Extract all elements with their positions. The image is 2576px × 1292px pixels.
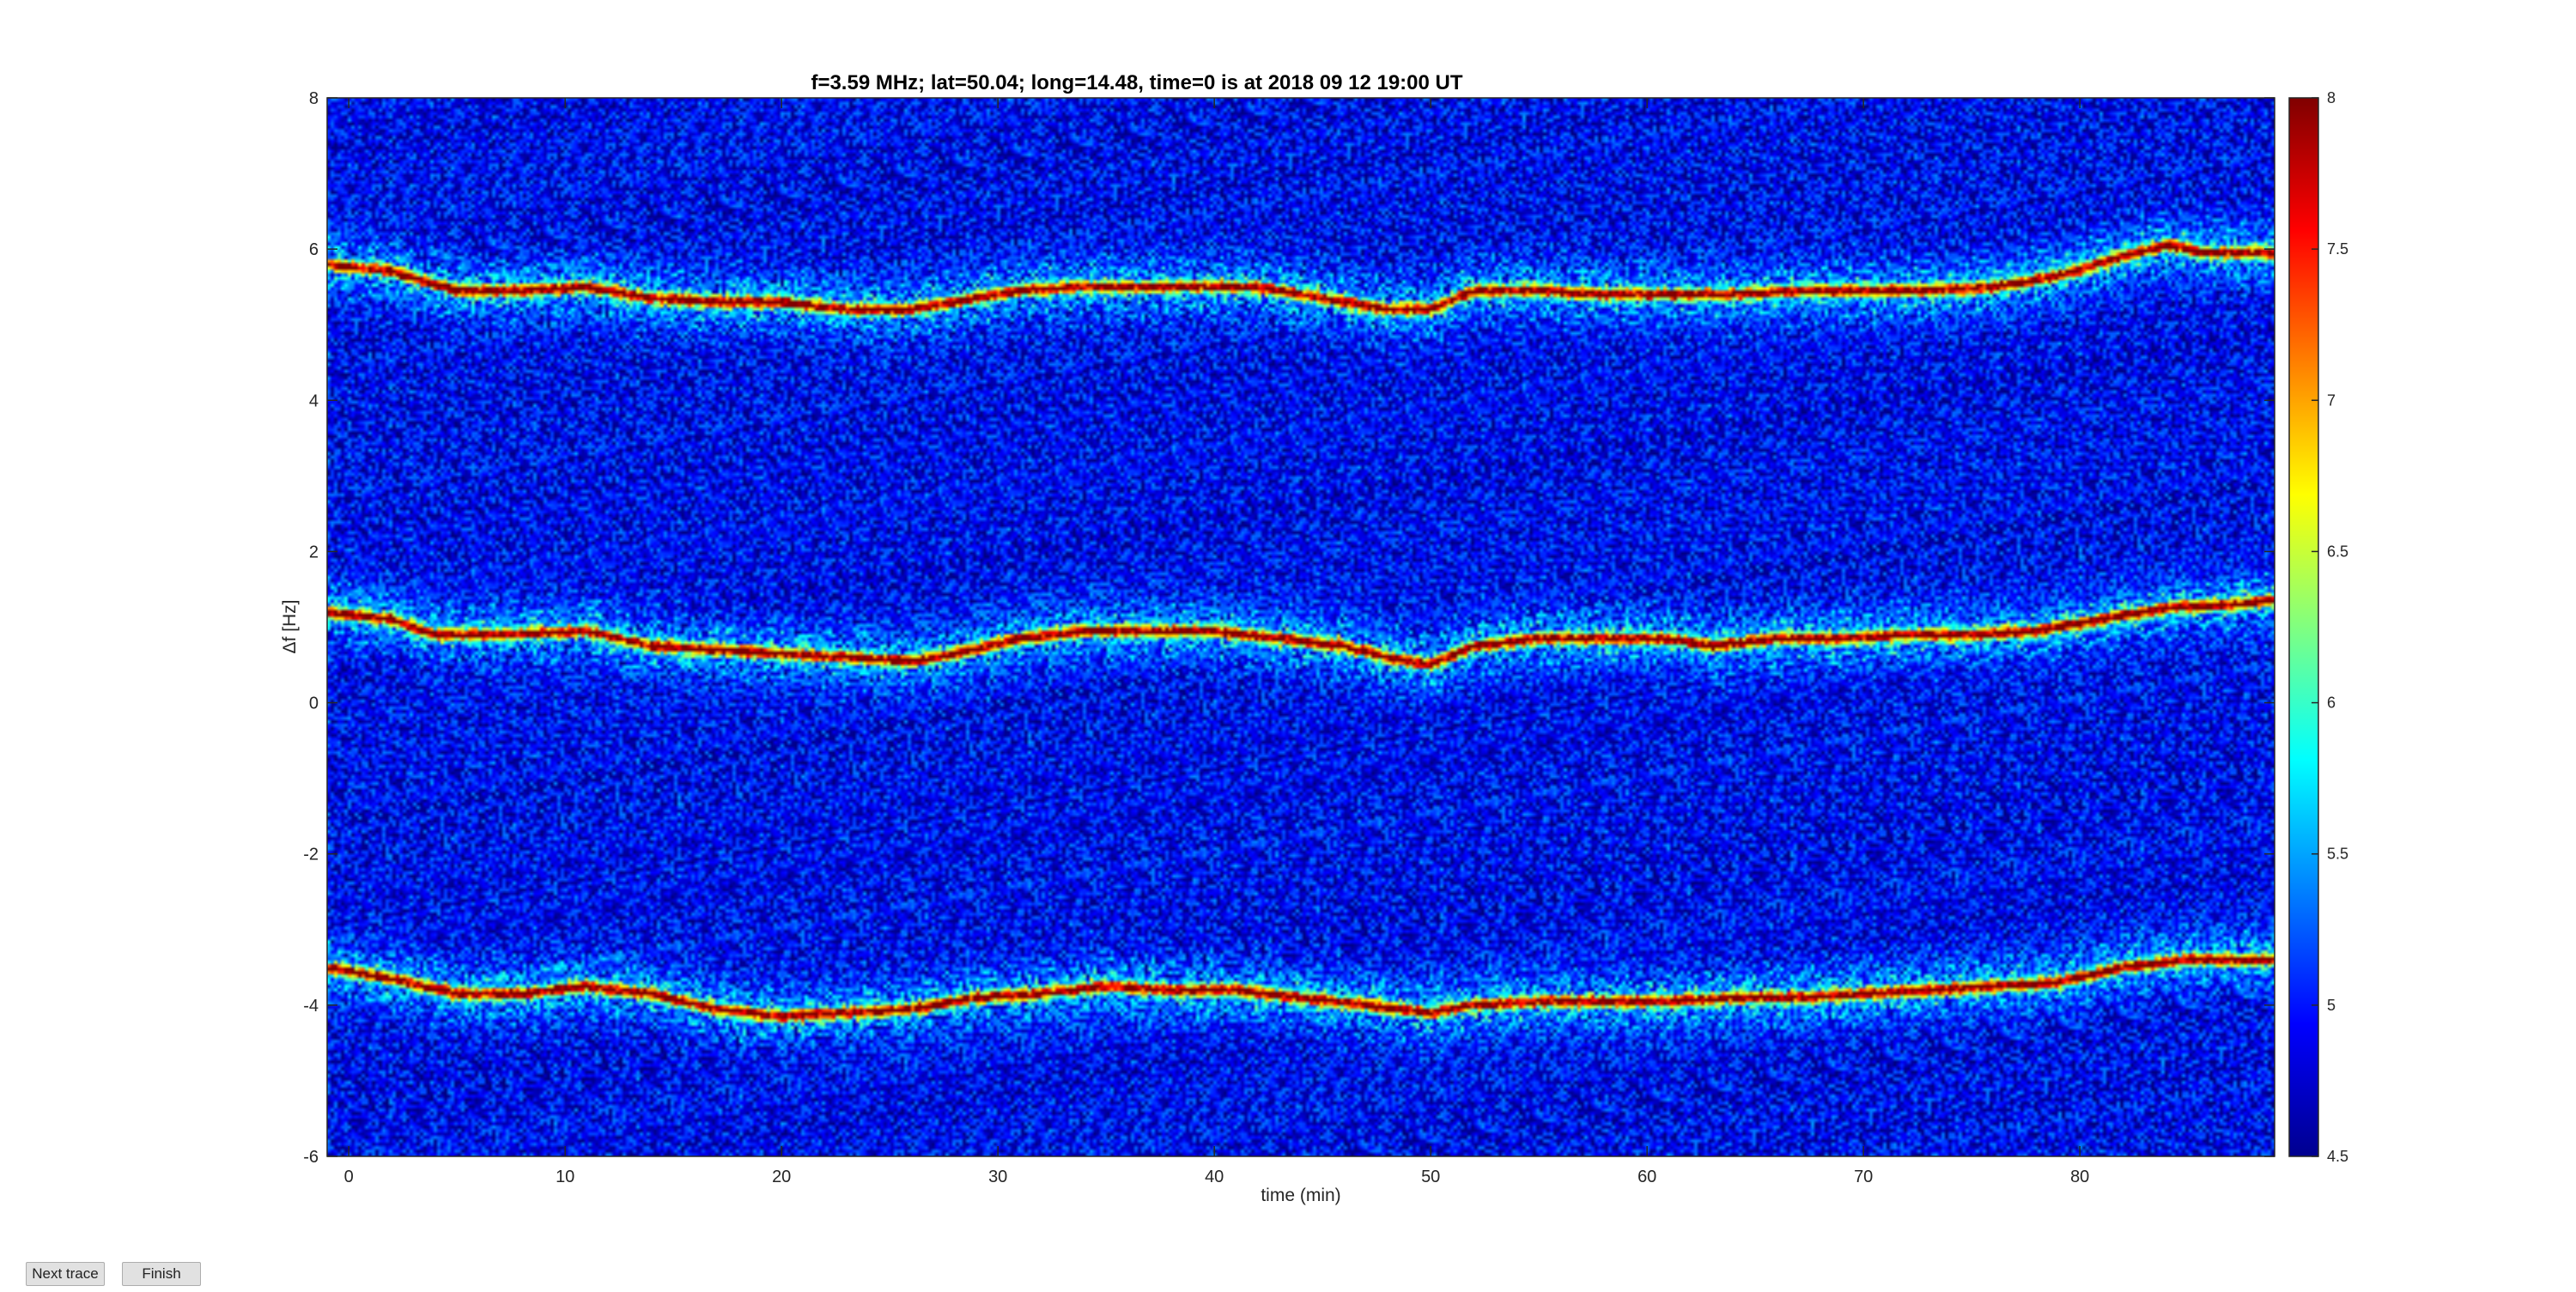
colorbar-tick-label: 5 — [2327, 997, 2336, 1014]
x-tick-label: 10 — [556, 1168, 574, 1186]
x-tick-label: 20 — [772, 1168, 791, 1186]
colorbar: 4.5 5 5.5 6 6.5 7 7.5 8 — [2288, 89, 2348, 1165]
x-tick-label: 60 — [1637, 1168, 1656, 1186]
x-tick-label: 0 — [344, 1168, 354, 1186]
y-tick-label: 4 — [309, 391, 319, 410]
next-trace-button[interactable]: Next trace — [26, 1262, 105, 1286]
colorbar-tick-label: 4.5 — [2327, 1148, 2348, 1165]
x-tick-label: 50 — [1421, 1168, 1440, 1186]
finish-button[interactable]: Finish — [122, 1262, 201, 1286]
spectrogram-figure: f=3.59 MHz; lat=50.04; long=14.48, time=… — [280, 71, 2348, 1205]
y-tick-label: -2 — [303, 846, 319, 864]
colorbar-tick-label: 7 — [2327, 391, 2336, 409]
x-axis-label: time (min) — [1261, 1186, 1340, 1205]
colorbar-tick-label: 6.5 — [2327, 543, 2348, 560]
y-tick-label: 2 — [309, 543, 319, 561]
x-tick-label: 30 — [988, 1168, 1007, 1186]
y-tick-label: -4 — [303, 997, 319, 1016]
x-tick-label: 80 — [2070, 1168, 2089, 1186]
heatmap-image — [327, 98, 2275, 1156]
colorbar-tick-label: 7.5 — [2327, 240, 2348, 258]
x-tick-label: 70 — [1854, 1168, 1873, 1186]
colorbar-tick-label: 6 — [2327, 695, 2336, 712]
x-tick-label: 40 — [1205, 1168, 1224, 1186]
colorbar-gradient — [2288, 97, 2319, 1157]
y-axis-label: Δf [Hz] — [280, 599, 300, 653]
y-tick-label: 6 — [309, 240, 319, 259]
colorbar-tick-label: 8 — [2327, 89, 2336, 106]
y-tick-label: 0 — [309, 695, 319, 713]
chart-title: f=3.59 MHz; lat=50.04; long=14.48, time=… — [811, 71, 1462, 94]
plot-area — [326, 97, 2275, 1157]
y-tick-label: -6 — [303, 1148, 319, 1167]
y-tick-label: 8 — [309, 89, 319, 108]
colorbar-tick-label: 5.5 — [2327, 846, 2348, 863]
